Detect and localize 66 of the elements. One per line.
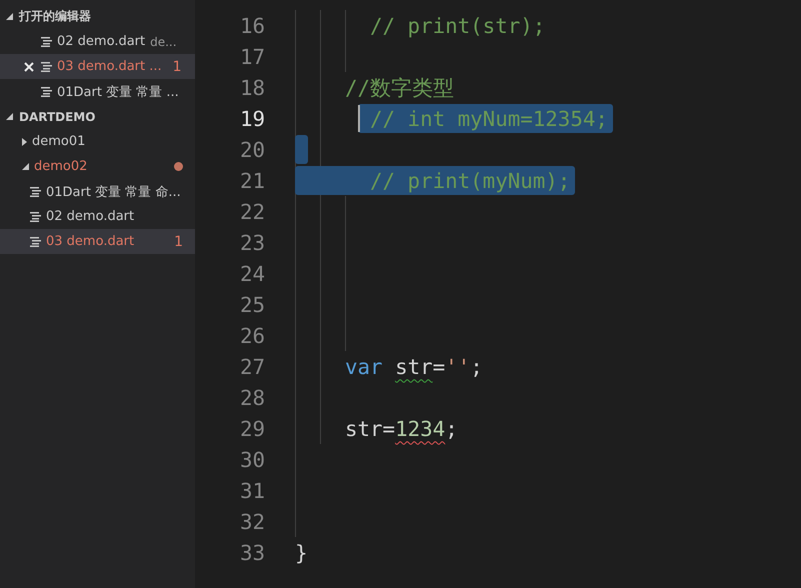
file-lines-icon	[30, 212, 41, 222]
line-number: 28	[238, 386, 265, 410]
line-number: 25	[238, 292, 265, 316]
code-token: // print(myNum);	[370, 168, 570, 192]
line-number: 22	[238, 200, 265, 224]
line-number: 27	[238, 354, 265, 378]
close-icon[interactable]	[24, 62, 34, 72]
open-editor-item[interactable]: 03 demo.dart ... 1	[0, 54, 195, 79]
file-name: 03 demo.dart	[46, 234, 134, 249]
collapsed-arrow-icon[interactable]	[22, 138, 27, 146]
file-name: 01Dart 变量 常量 ...	[57, 84, 179, 100]
line-number: 31	[238, 478, 265, 502]
file-lines-icon	[41, 36, 52, 46]
code-token: //数字类型	[345, 74, 454, 102]
section-header[interactable]: 打开的编辑器	[0, 4, 195, 29]
code-token: ;	[445, 416, 458, 440]
code-token: 1234	[395, 416, 446, 440]
modified-dot	[174, 162, 183, 171]
open-editor-item[interactable]: 01Dart 变量 常量 ...	[0, 79, 195, 104]
code-token: str=	[345, 416, 396, 440]
code-token: ;	[470, 354, 483, 378]
folder-name: demo02	[34, 159, 88, 174]
line-number: 16	[238, 14, 265, 38]
file-lines-icon	[30, 186, 41, 196]
file-item[interactable]: 02 demo.dart	[0, 204, 195, 229]
file-lines-icon	[41, 62, 52, 72]
section-title: DARTDEMO	[19, 110, 96, 124]
code-token: // print(str);	[370, 14, 546, 38]
file-item[interactable]: 03 demo.dart 1	[0, 229, 195, 254]
expanded-arrow-icon[interactable]	[6, 113, 13, 120]
line-number: 24	[238, 262, 265, 286]
code-token: // int myNum=12354;	[370, 106, 608, 130]
file-lines-icon	[30, 236, 41, 246]
file-item[interactable]: 01Dart 变量 常量 命...	[0, 179, 195, 204]
line-number: 18	[238, 76, 265, 100]
line-number: 30	[238, 448, 265, 472]
code-token: ''	[445, 354, 470, 378]
code-token: }	[295, 540, 308, 564]
line-number: 33	[238, 540, 265, 564]
file-path: de...	[150, 34, 177, 48]
open-editor-item[interactable]: 02 demo.dart de...	[0, 29, 195, 54]
code-token: var	[345, 354, 383, 378]
folder-item[interactable]: demo02	[0, 154, 195, 179]
code-token: =	[432, 354, 446, 378]
code-token: str	[395, 354, 433, 378]
line-number: 26	[238, 324, 265, 348]
section-header[interactable]: DARTDEMO	[0, 104, 195, 129]
folder-item[interactable]: demo01	[0, 129, 195, 154]
problem-count: 1	[174, 234, 183, 250]
expanded-arrow-icon[interactable]	[6, 13, 13, 20]
line-number: 20	[238, 138, 265, 162]
line-number: 17	[238, 44, 265, 68]
folder-name: demo01	[32, 134, 86, 149]
section-title: 打开的编辑器	[19, 8, 91, 25]
line-number: 21	[238, 168, 265, 192]
line-number: 32	[238, 510, 265, 534]
file-lines-icon	[41, 86, 52, 96]
expanded-arrow-icon[interactable]	[22, 163, 29, 170]
line-number: 19	[238, 106, 265, 130]
line-number: 29	[238, 416, 265, 440]
file-name: 03 demo.dart ...	[57, 59, 162, 74]
file-name: 02 demo.dart	[46, 209, 134, 224]
file-name: 01Dart 变量 常量 命...	[46, 184, 181, 200]
problem-count: 1	[172, 58, 182, 74]
file-name: 02 demo.dart	[57, 34, 146, 49]
line-number: 23	[238, 230, 265, 254]
